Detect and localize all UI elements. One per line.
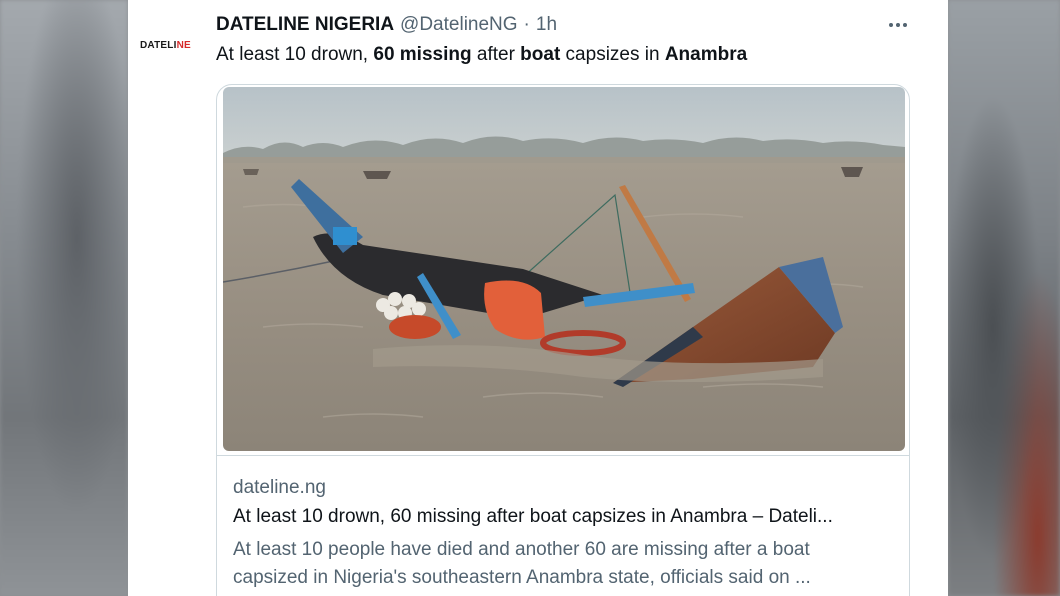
avatar-logo-accent: NE bbox=[176, 40, 191, 51]
link-domain[interactable]: dateline.ng bbox=[233, 477, 326, 499]
blurred-background-right bbox=[948, 0, 1060, 596]
card-divider bbox=[217, 455, 909, 456]
tweet-text-part: after bbox=[471, 44, 521, 65]
tweet-text-part: capsizes in bbox=[560, 44, 665, 65]
link-preview-card[interactable]: dateline.ng At least 10 drown, 60 missin… bbox=[216, 84, 910, 596]
timestamp[interactable]: 1h bbox=[536, 14, 557, 36]
tweet-text-part: At least 10 drown, bbox=[216, 44, 374, 65]
tweet-header: DATELINE NIGERIA @DatelineNG · 1h bbox=[216, 14, 557, 38]
avatar-logo-text: DATELI bbox=[140, 40, 177, 51]
capsized-boat-photo[interactable] bbox=[223, 87, 905, 451]
tweet-text-bold: Anambra bbox=[664, 44, 748, 65]
avatar[interactable]: DATELINE bbox=[140, 40, 196, 54]
blurred-background-left bbox=[0, 0, 128, 596]
more-horizontal-icon[interactable] bbox=[884, 14, 912, 36]
user-handle[interactable]: @DatelineNG bbox=[400, 14, 518, 36]
link-title[interactable]: At least 10 drown, 60 missing after boat… bbox=[233, 506, 897, 528]
link-description-line: capsized in Nigeria's southeastern Anamb… bbox=[233, 567, 811, 588]
link-description: At least 10 people have died and another… bbox=[233, 536, 897, 592]
tweet-card[interactable]: DATELINE DATELINE NIGERIA @DatelineNG · … bbox=[128, 0, 948, 596]
tweet-text: At least 10 drown, 60 missing after boat… bbox=[216, 44, 916, 66]
tweet-text-bold: boat bbox=[520, 44, 561, 65]
separator-dot: · bbox=[523, 14, 530, 35]
link-description-line: At least 10 people have died and another… bbox=[233, 539, 810, 560]
display-name[interactable]: DATELINE NIGERIA bbox=[216, 14, 394, 36]
tweet-text-bold: 60 missing bbox=[373, 44, 472, 65]
